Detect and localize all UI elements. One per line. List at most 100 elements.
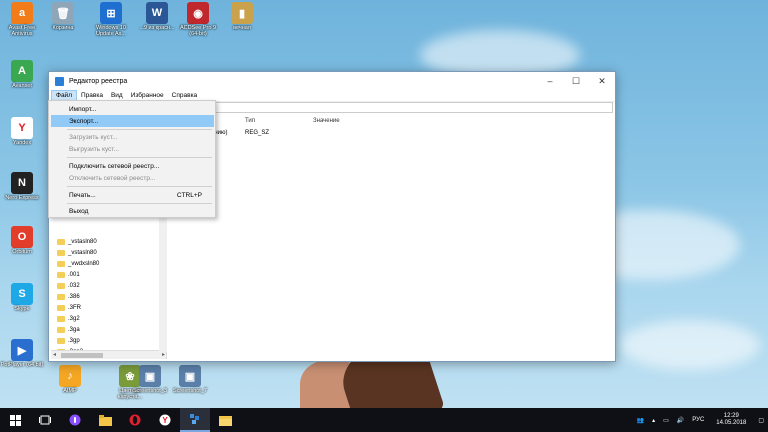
desktop-icon[interactable]: N Nero Express	[0, 172, 44, 201]
folder-icon	[57, 293, 65, 300]
tree-horizontal-scrollbar[interactable]: ◂ ▸	[51, 350, 166, 359]
desktop-icon-label: вечная	[233, 25, 251, 31]
desktop-icon-label: Корзина	[52, 25, 74, 31]
tree-item[interactable]: .032	[51, 280, 166, 291]
desktop-icon[interactable]: ♪ AIMP	[48, 365, 92, 394]
menu-view[interactable]: Вид	[107, 91, 127, 100]
app-icon: ▶	[11, 339, 33, 361]
menu-connect-network-registry[interactable]: Подключить сетевой реестр...	[51, 160, 214, 172]
tree-item-label: .3g2	[68, 315, 80, 322]
menu-import[interactable]: Импорт...	[51, 103, 214, 115]
menu-exit[interactable]: Выход	[51, 205, 214, 217]
yandex-browser-icon: Y	[159, 414, 171, 426]
desktop-icon[interactable]: S Skype	[0, 283, 44, 312]
window-title: Редактор реестра	[69, 77, 128, 85]
menu-load-hive[interactable]: Загрузить куст...	[51, 131, 214, 143]
menu-unload-hive[interactable]: Выгрузить куст...	[51, 143, 214, 155]
folder-icon	[57, 249, 65, 256]
tree-item[interactable]: .3g2	[51, 313, 166, 324]
folder-icon	[57, 304, 65, 311]
desktop-icon[interactable]: ⊞ Windows 10 Update As...	[89, 2, 133, 37]
desktop-icon[interactable]: O Orbitum	[0, 226, 44, 255]
maximize-button[interactable]: ☐	[563, 72, 589, 90]
task-view-button[interactable]	[30, 408, 60, 432]
desktop-icon[interactable]: ▶ PotPlayer (64 bit)	[0, 339, 44, 368]
regedit-taskbar-button[interactable]	[180, 408, 210, 432]
desktop-icon-label: Yandex	[12, 140, 32, 146]
scroll-right-icon[interactable]: ▸	[162, 351, 165, 358]
app-icon: W	[146, 2, 168, 24]
menu-edit[interactable]: Правка	[77, 91, 107, 100]
desktop-icon[interactable]: ▣ Screenshot_7	[168, 365, 212, 394]
regedit-icon	[190, 414, 199, 424]
scroll-thumb[interactable]	[61, 353, 103, 358]
menu-export[interactable]: Экспорт...	[51, 115, 214, 127]
folder-icon	[57, 271, 65, 278]
tree-item[interactable]: .001	[51, 269, 166, 280]
folder-icon	[57, 260, 65, 267]
minimize-button[interactable]: –	[537, 72, 563, 90]
file-explorer-icon	[218, 415, 232, 426]
column-type[interactable]: Тип	[245, 118, 255, 124]
scroll-left-icon[interactable]: ◂	[53, 351, 56, 358]
menu-print[interactable]: Печать... CTRL+P	[51, 189, 214, 201]
tree-item[interactable]: _vstasln80	[51, 236, 166, 247]
tree-item-label: .386	[68, 293, 80, 300]
regedit-icon	[55, 76, 64, 86]
app-icon: ⊞	[100, 2, 122, 24]
language-indicator[interactable]: РУС	[692, 417, 704, 423]
title-bar[interactable]: Редактор реестра – ☐ ✕	[49, 72, 615, 90]
desktop-icon[interactable]: W ...9 из красн...	[135, 2, 179, 31]
tree-item[interactable]: _vstasln80	[51, 247, 166, 258]
folder-icon	[57, 282, 65, 289]
people-icon[interactable]: 👥	[637, 417, 644, 424]
desktop-icon[interactable]: Y Yandex	[0, 117, 44, 146]
tree-item[interactable]: .3gp	[51, 335, 166, 346]
values-pane[interactable]: Тип Значение анию) REG_SZ	[173, 116, 613, 359]
tree-item[interactable]: .386	[51, 291, 166, 302]
alice-button[interactable]	[60, 408, 90, 432]
desktop-icon-label: ACDSee Pro 9 (64-bit)	[179, 25, 217, 37]
opera-icon	[129, 414, 141, 426]
volume-icon[interactable]: 🔊	[677, 417, 684, 424]
column-value[interactable]: Значение	[313, 118, 340, 124]
app-icon: A	[11, 60, 33, 82]
explorer-taskbar-button[interactable]	[90, 408, 120, 432]
network-icon[interactable]: ▭	[663, 417, 669, 424]
notifications-icon[interactable]: ▢	[758, 417, 764, 424]
menu-separator	[67, 203, 212, 204]
value-type[interactable]: REG_SZ	[245, 130, 269, 136]
desktop-icon-label: Orbitum	[12, 249, 32, 255]
alice-icon	[69, 414, 81, 426]
tree-item[interactable]: _vwdxsln80	[51, 258, 166, 269]
desktop-icon-label: Skype	[14, 306, 30, 312]
tree-item-label: .3ga	[68, 326, 80, 333]
desktop-icon-label: Screenshot_3	[133, 388, 167, 394]
yandex-taskbar-button[interactable]: Y	[150, 408, 180, 432]
desktop-icon[interactable]: ◉ ACDSee Pro 9 (64-bit)	[176, 2, 220, 37]
app-icon: S	[11, 283, 33, 305]
tree-item-label: .3FR	[68, 304, 82, 311]
menu-help[interactable]: Справка	[168, 91, 202, 100]
show-hidden-icons[interactable]: ▴	[652, 417, 655, 424]
tree-item[interactable]: .3FR	[51, 302, 166, 313]
menu-disconnect-network-registry[interactable]: Отключить сетевой реестр...	[51, 172, 214, 184]
tree-item[interactable]: .3ga	[51, 324, 166, 335]
tree-item-label: .032	[68, 282, 80, 289]
menu-favorites[interactable]: Избранное	[127, 91, 168, 100]
app-icon: N	[11, 172, 33, 194]
opera-taskbar-button[interactable]	[120, 408, 150, 432]
app-icon: O	[11, 226, 33, 248]
app-icon: Y	[11, 117, 33, 139]
desktop-icon[interactable]: ▣ Screenshot_3	[128, 365, 172, 394]
desktop-icon[interactable]: ▮ вечная	[220, 2, 264, 31]
clock[interactable]: 12:29 14.05.2018	[716, 413, 746, 427]
folder-icon	[57, 315, 65, 322]
file-explorer-taskbar-button[interactable]	[210, 408, 240, 432]
desktop-icon[interactable]: A Avanset	[0, 60, 44, 89]
start-button[interactable]	[0, 408, 30, 432]
windows-icon	[9, 414, 21, 426]
desktop-icon[interactable]: 🗑 Корзина	[41, 2, 85, 31]
desktop-icon[interactable]: a Avast Free Antivirus	[0, 2, 44, 37]
close-button[interactable]: ✕	[589, 72, 615, 90]
